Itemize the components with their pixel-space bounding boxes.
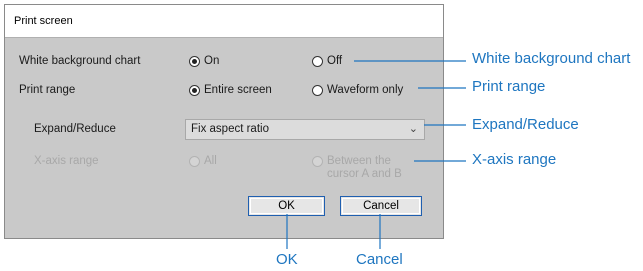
callout-x-axis: X-axis range	[472, 151, 557, 168]
x-axis-between-line2: cursor A and B	[327, 168, 402, 180]
x-axis-between-line1: Between the	[327, 155, 391, 167]
radio-checked-icon	[189, 56, 200, 67]
x-axis-all-radio: All	[189, 155, 217, 168]
expand-reduce-value: Fix aspect ratio	[191, 123, 269, 135]
white-bg-off-label: Off	[327, 55, 343, 67]
ok-button[interactable]: OK	[248, 196, 325, 216]
white-bg-off-radio[interactable]: Off	[312, 55, 342, 68]
print-range-entire-radio[interactable]: Entire screen	[189, 84, 272, 97]
expand-reduce-label: Expand/Reduce	[34, 123, 116, 135]
print-range-label: Print range	[19, 84, 76, 96]
print-range-waveform-radio[interactable]: Waveform only	[312, 84, 403, 97]
print-range-entire-label: Entire screen	[204, 84, 272, 96]
print-range-waveform-label: Waveform only	[327, 84, 404, 96]
x-axis-all-label: All	[204, 155, 217, 167]
white-bg-on-label: On	[204, 55, 220, 67]
callout-print-range: Print range	[472, 78, 546, 95]
dialog-title: Print screen	[14, 15, 73, 27]
print-screen-dialog: Print screen White background chart On O…	[4, 4, 444, 239]
callout-ok: OK	[276, 251, 298, 268]
chevron-down-icon: ⌄	[408, 123, 418, 135]
radio-unchecked-icon	[312, 85, 323, 96]
expand-reduce-select[interactable]: Fix aspect ratio ⌄	[185, 119, 425, 140]
white-bg-label: White background chart	[19, 55, 141, 67]
cancel-button[interactable]: Cancel	[340, 196, 422, 216]
white-bg-on-radio[interactable]: On	[189, 55, 219, 68]
callout-white-bg: White background chart	[472, 50, 631, 67]
callout-expand-reduce: Expand/Reduce	[472, 116, 579, 133]
radio-unchecked-icon	[312, 56, 323, 67]
x-axis-between-label: Between the cursor A and B	[327, 155, 402, 181]
dialog-titlebar: Print screen	[5, 5, 443, 38]
radio-disabled-icon	[312, 156, 323, 167]
x-axis-range-label: X-axis range	[34, 155, 99, 167]
x-axis-between-radio: Between the cursor A and B	[312, 155, 402, 181]
radio-disabled-icon	[189, 156, 200, 167]
callout-cancel: Cancel	[356, 251, 403, 268]
radio-checked-icon	[189, 85, 200, 96]
